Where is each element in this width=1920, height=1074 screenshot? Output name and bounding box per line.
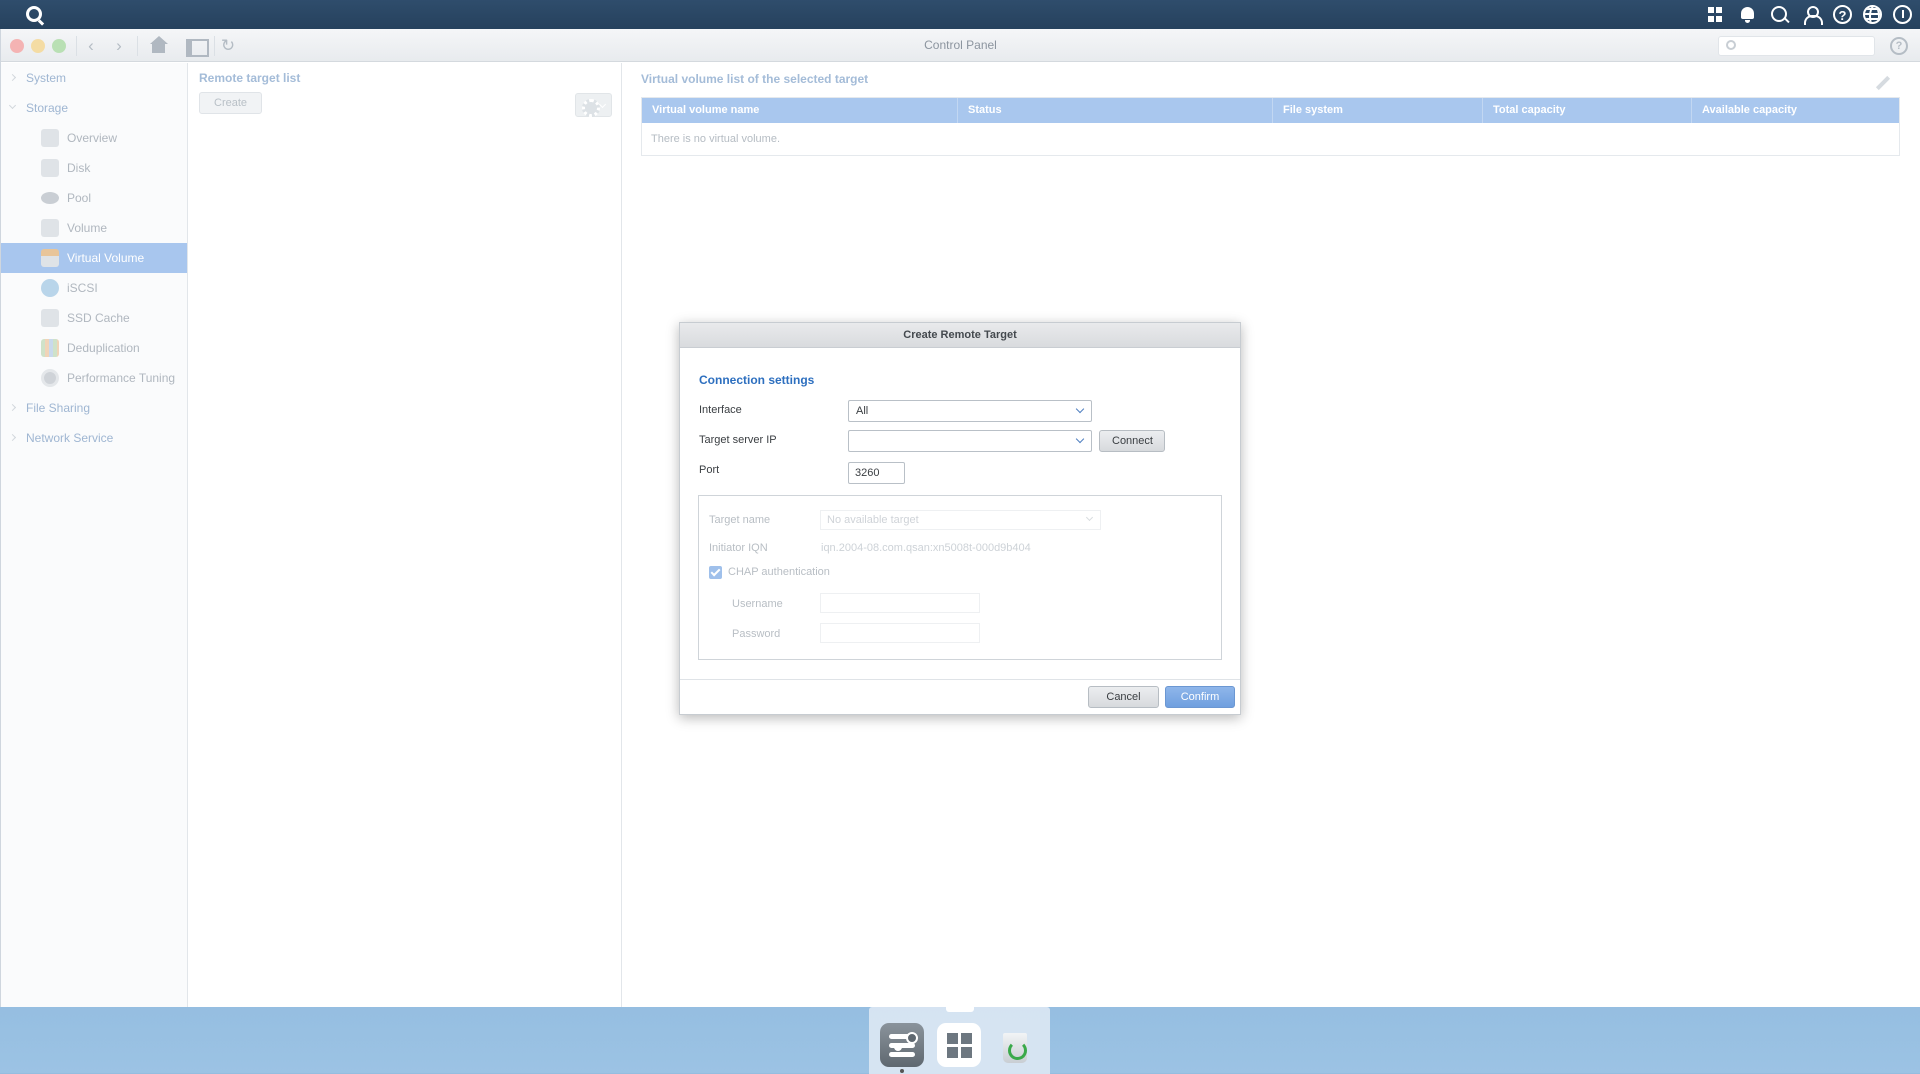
virtual-volume-list-title: Virtual volume list of the selected targ…: [641, 72, 869, 86]
sidebar-group-network-service[interactable]: Network Service: [1, 423, 187, 453]
confirm-button[interactable]: Confirm: [1165, 686, 1235, 708]
password-input[interactable]: [820, 623, 980, 643]
help-icon[interactable]: ?: [1833, 5, 1852, 24]
port-label: Port: [699, 464, 720, 476]
initiator-iqn-label: Initiator IQN: [709, 542, 768, 554]
username-label: Username: [732, 598, 783, 610]
help-icon[interactable]: ?: [1890, 37, 1908, 55]
search-icon: [1726, 40, 1736, 50]
disk-icon: [41, 159, 59, 177]
gear-icon[interactable]: [575, 93, 612, 117]
interface-select[interactable]: All: [848, 400, 1092, 422]
language-globe-icon[interactable]: [1863, 5, 1882, 24]
system-tray: ?: [1705, 4, 1912, 25]
column-header[interactable]: Total capacity: [1483, 98, 1692, 123]
ssd-cache-icon: [41, 309, 59, 327]
username-input[interactable]: [820, 593, 980, 613]
remote-target-list-title: Remote target list: [199, 71, 301, 85]
notification-bell-icon[interactable]: [1737, 4, 1758, 25]
sidebar-item-ssd-cache[interactable]: SSD Cache: [1, 303, 187, 333]
sidebar-group-file-sharing[interactable]: File Sharing: [1, 393, 187, 423]
sidebar-item-disk[interactable]: Disk: [1, 153, 187, 183]
target-name-label: Target name: [709, 514, 771, 526]
app-center-icon[interactable]: [937, 1023, 981, 1067]
target-server-ip-label: Target server IP: [699, 434, 777, 446]
interface-label: Interface: [699, 404, 742, 416]
password-label: Password: [732, 628, 781, 640]
edit-pencil-icon[interactable]: [1875, 75, 1891, 91]
iscsi-icon: [41, 279, 59, 297]
overview-icon: [41, 129, 59, 147]
sidebar-item-label: Disk: [67, 161, 91, 175]
sidebar-item-pool[interactable]: Pool: [1, 183, 187, 213]
sidebar-item-iscsi[interactable]: iSCSI: [1, 273, 187, 303]
dialog-title: Create Remote Target: [680, 323, 1240, 348]
virtual-volume-table: Virtual volume name Status File system T…: [641, 97, 1900, 156]
sidebar-group-storage[interactable]: Storage: [1, 93, 187, 123]
pool-icon: [41, 192, 59, 204]
user-icon[interactable]: [1801, 4, 1823, 25]
target-details-group: Target name No available target Initiato…: [698, 495, 1222, 660]
chevron-down-icon: [1075, 404, 1085, 414]
search-icon[interactable]: [1769, 4, 1790, 25]
sidebar-item-overview[interactable]: Overview: [1, 123, 187, 153]
table-header: Virtual volume name Status File system T…: [642, 98, 1899, 123]
chevron-down-icon: [1085, 513, 1094, 522]
interface-selected-value: All: [856, 405, 869, 417]
connect-button[interactable]: Connect: [1099, 430, 1165, 452]
sidebar-item-performance-tuning[interactable]: Performance Tuning: [1, 363, 187, 393]
running-indicator: [900, 1069, 904, 1073]
chap-authentication-checkbox[interactable]: [709, 566, 722, 579]
recycle-bin-icon[interactable]: [993, 1023, 1037, 1067]
column-header[interactable]: Virtual volume name: [642, 98, 958, 123]
taskbar-dock: [869, 1007, 1050, 1074]
sidebar-item-label: Overview: [67, 131, 118, 145]
virtual-volume-icon: [41, 249, 59, 267]
qsan-logo-icon[interactable]: [26, 6, 42, 22]
resource-monitor-icon[interactable]: [1893, 5, 1912, 24]
empty-table-message: There is no virtual volume.: [651, 133, 780, 145]
sidebar-item-deduplication[interactable]: Deduplication: [1, 333, 187, 363]
control-panel-app-icon[interactable]: [880, 1023, 924, 1067]
sidebar-item-label: SSD Cache: [67, 311, 130, 325]
sidebar-item-label: iSCSI: [67, 281, 98, 295]
target-name-select[interactable]: No available target: [820, 510, 1101, 530]
column-header[interactable]: Status: [958, 98, 1273, 123]
volume-icon: [41, 219, 59, 237]
chap-authentication-label: CHAP authentication: [728, 566, 830, 578]
port-input[interactable]: 3260: [848, 462, 905, 484]
column-header[interactable]: Available capacity: [1692, 98, 1899, 123]
target-name-value: No available target: [827, 514, 919, 526]
sidebar-item-volume[interactable]: Volume: [1, 213, 187, 243]
sidebar-item-label: Virtual Volume: [67, 251, 145, 265]
dialog-divider: [680, 679, 1240, 680]
window-search-box[interactable]: [1718, 36, 1875, 56]
dock-handle[interactable]: [946, 1007, 974, 1012]
window-title: Control Panel: [924, 38, 997, 52]
deduplication-icon: [41, 339, 59, 357]
chevron-down-icon: [1075, 434, 1085, 444]
initiator-iqn-value: iqn.2004-08.com.qsan:xn5008t-000d9b404: [821, 542, 1031, 554]
remote-target-panel: Remote target list Create: [189, 63, 622, 1007]
sidebar-item-label: Performance Tuning: [67, 371, 176, 385]
connection-settings-heading: Connection settings: [699, 373, 815, 387]
create-remote-target-button[interactable]: Create: [199, 92, 263, 114]
system-top-bar: ?: [0, 0, 1920, 29]
column-header[interactable]: File system: [1273, 98, 1483, 123]
window-search-input[interactable]: [1741, 38, 1869, 54]
performance-tuning-icon: [41, 369, 59, 387]
sidebar-item-label: Pool: [67, 191, 92, 205]
sidebar-item-label: Deduplication: [67, 341, 140, 355]
cancel-button[interactable]: Cancel: [1088, 686, 1159, 708]
target-server-ip-combobox[interactable]: [848, 430, 1092, 452]
sidebar-group-system[interactable]: System: [1, 63, 187, 93]
window-titlebar: ‹ › ↻ Control Panel ?: [1, 29, 1920, 62]
sidebar-item-virtual-volume[interactable]: Virtual Volume: [1, 243, 187, 273]
apps-grid-icon[interactable]: [1705, 4, 1726, 25]
sidebar: System Storage Overview Disk Pool Volume…: [1, 63, 188, 1007]
create-remote-target-dialog: Create Remote Target Connection settings…: [679, 322, 1241, 715]
sidebar-item-label: Volume: [67, 221, 108, 235]
